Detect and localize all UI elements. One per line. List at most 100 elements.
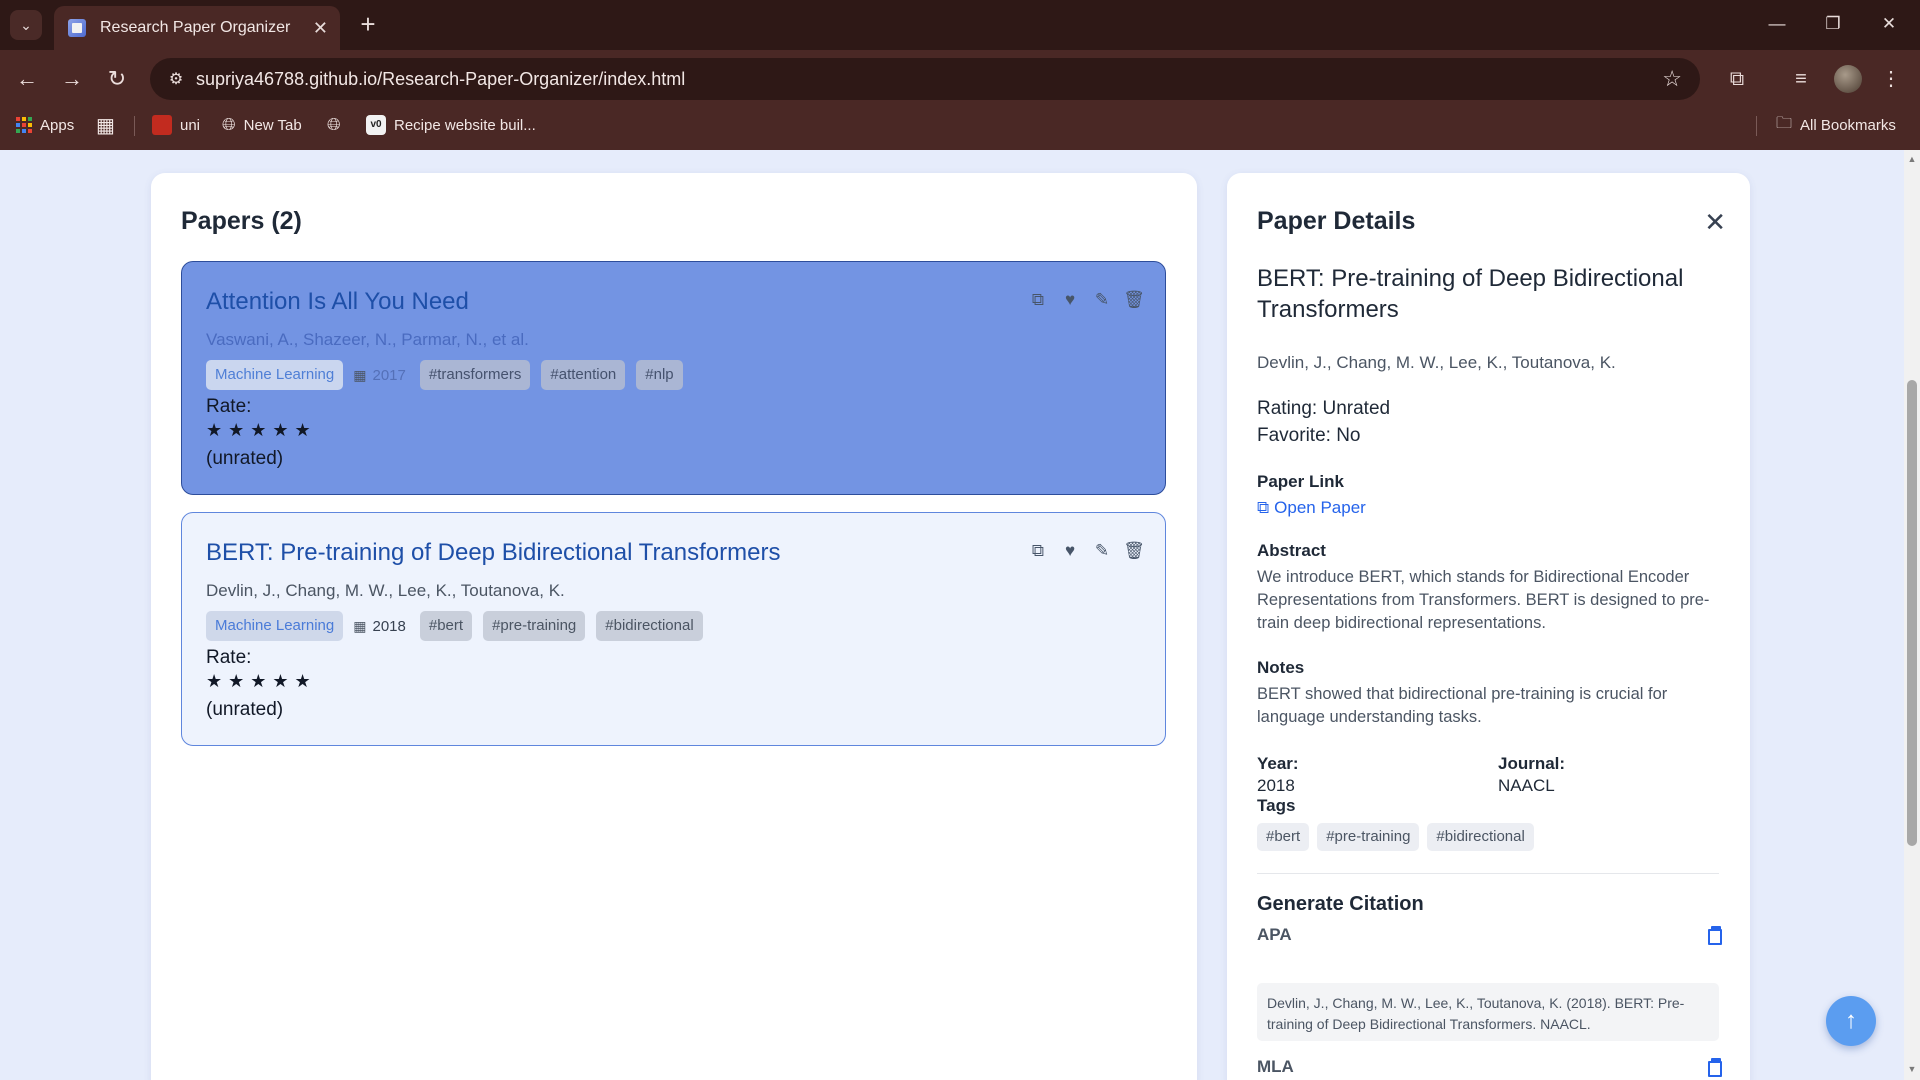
tag-chip: #bidirectional bbox=[596, 611, 703, 641]
notes-text: BERT showed that bidirectional pre-train… bbox=[1257, 685, 1668, 726]
page-scrollbar[interactable]: ▲ ▼ bbox=[1904, 150, 1920, 1080]
all-bookmarks-label: All Bookmarks bbox=[1800, 116, 1896, 134]
address-bar[interactable]: ⚙ supriya46788.github.io/Research-Paper-… bbox=[150, 58, 1700, 100]
tag-chip: #bert bbox=[419, 611, 473, 641]
scroll-thumb[interactable] bbox=[1907, 380, 1917, 846]
category-badge: Machine Learning bbox=[206, 611, 344, 641]
paper-title[interactable]: BERT: Pre-training of Deep Bidirectional… bbox=[206, 539, 780, 567]
delete-trash-icon[interactable]: 🗑︎ bbox=[1123, 290, 1145, 310]
paper-authors: Devlin, J., Chang, M. W., Lee, K., Touta… bbox=[206, 581, 565, 600]
paper-meta: Machine Learning ▦ 2018 #bert #pre-train… bbox=[206, 611, 714, 641]
paper-meta: Machine Learning ▦ 2017 #transformers #a… bbox=[206, 360, 694, 390]
paper-actions: ⧉ ♥ ✎ 🗑︎ bbox=[1029, 290, 1145, 310]
year-value: 2018 bbox=[1257, 776, 1295, 795]
favorite-line: Favorite: No bbox=[1257, 425, 1361, 447]
tag-chip: #bert bbox=[1257, 823, 1310, 851]
tab-search-button[interactable]: ⌄ bbox=[10, 10, 42, 40]
new-tab-button[interactable]: + bbox=[354, 10, 382, 40]
profile-avatar[interactable] bbox=[1834, 65, 1862, 93]
paper-card[interactable]: BERT: Pre-training of Deep Bidirectional… bbox=[181, 512, 1166, 746]
mla-label: MLA bbox=[1257, 1057, 1294, 1076]
edit-icon[interactable]: ✎ bbox=[1093, 290, 1111, 310]
browser-tab-active[interactable]: Research Paper Organizer ✕ bbox=[54, 6, 340, 50]
bookmark-separator bbox=[1756, 116, 1757, 136]
calendar-icon: ▦ bbox=[353, 366, 367, 383]
media-controls-icon[interactable]: ≡ bbox=[1786, 64, 1816, 94]
bookmark-star-icon[interactable]: ☆ bbox=[1662, 66, 1682, 92]
delete-trash-icon[interactable]: 🗑︎ bbox=[1123, 541, 1145, 561]
window-close-icon[interactable]: ✕ bbox=[1866, 10, 1912, 38]
bookmark-uni[interactable]: uni bbox=[152, 108, 200, 142]
edit-icon[interactable]: ✎ bbox=[1093, 541, 1111, 561]
year-label: Year: bbox=[1257, 754, 1299, 773]
folder-icon: 🗀 bbox=[1776, 114, 1793, 132]
scroll-down-icon[interactable]: ▼ bbox=[1907, 1064, 1917, 1074]
journal-value: NAACL bbox=[1498, 776, 1555, 795]
favorite-heart-icon[interactable]: ♥ bbox=[1061, 541, 1079, 561]
reload-icon[interactable]: ↻ bbox=[102, 64, 132, 94]
bookmarks-bar: Apps ▦ uni 🌐︎ New Tab 🌐︎ v0 Recipe websi… bbox=[0, 108, 1920, 150]
copy-icon[interactable] bbox=[1708, 1058, 1722, 1077]
tag-chip: #pre-training bbox=[1317, 823, 1420, 851]
tags-label: Tags bbox=[1257, 796, 1296, 815]
citation-heading: Generate Citation bbox=[1257, 893, 1424, 915]
details-tags: #bert #pre-training #bidirectional bbox=[1257, 823, 1534, 851]
papers-heading: Papers (2) bbox=[181, 207, 302, 235]
url-text[interactable]: supriya46788.github.io/Research-Paper-Or… bbox=[196, 69, 1662, 90]
details-authors: Devlin, J., Chang, M. W., Lee, K., Touta… bbox=[1257, 353, 1616, 372]
browser-tab-bar: ⌄ Research Paper Organizer ✕ + — ❐ ✕ bbox=[0, 0, 1920, 50]
apa-citation: Devlin, J., Chang, M. W., Lee, K., Touta… bbox=[1257, 983, 1719, 1041]
calendar-icon: ▦ bbox=[353, 617, 367, 634]
uni-favicon-icon bbox=[152, 115, 172, 135]
rating-stars[interactable]: ★★★★★ bbox=[206, 420, 317, 441]
tag-chip: #pre-training bbox=[483, 611, 586, 641]
extensions-icon[interactable]: ⧉ bbox=[1722, 64, 1752, 94]
close-details-icon[interactable]: ✕ bbox=[1704, 207, 1726, 238]
paper-link-label: Paper Link bbox=[1257, 472, 1344, 491]
divider bbox=[1257, 873, 1719, 874]
paper-title[interactable]: Attention Is All You Need bbox=[206, 288, 469, 316]
favorite-label: Favorite: bbox=[1257, 425, 1331, 446]
bookmark-recipe-label: Recipe website buil... bbox=[394, 116, 536, 134]
forward-icon[interactable]: → bbox=[57, 64, 87, 94]
paper-card[interactable]: Attention Is All You Need ⧉ ♥ ✎ 🗑︎ Vaswa… bbox=[181, 261, 1166, 495]
minimize-icon[interactable]: — bbox=[1754, 10, 1800, 38]
bookmark-recipe[interactable]: v0 Recipe website buil... bbox=[366, 108, 536, 142]
external-link-icon: ⧉ bbox=[1257, 498, 1270, 517]
paper-year: 2018 bbox=[372, 617, 406, 635]
scroll-up-icon[interactable]: ▲ bbox=[1907, 154, 1917, 164]
site-info-icon[interactable]: ⚙ bbox=[156, 69, 196, 89]
menu-icon[interactable]: ⋮ bbox=[1876, 64, 1906, 94]
rating-line: Rating: Unrated bbox=[1257, 398, 1390, 420]
rating-status: (unrated) bbox=[206, 699, 284, 720]
all-bookmarks[interactable]: 🗀 All Bookmarks bbox=[1776, 108, 1896, 142]
tab-title: Research Paper Organizer bbox=[100, 19, 291, 36]
globe-icon: 🌐︎ bbox=[222, 115, 236, 134]
open-link-icon[interactable]: ⧉ bbox=[1029, 541, 1047, 561]
details-heading: Paper Details bbox=[1257, 207, 1416, 235]
tab-close-icon[interactable]: ✕ bbox=[313, 18, 328, 39]
tab-groups-icon[interactable]: ▦ bbox=[96, 108, 115, 142]
copy-icon[interactable] bbox=[1708, 926, 1722, 945]
open-paper-link[interactable]: ⧉ Open Paper bbox=[1257, 498, 1366, 518]
open-link-icon[interactable]: ⧉ bbox=[1029, 290, 1047, 310]
paper-year: 2017 bbox=[372, 366, 406, 384]
abstract-label: Abstract bbox=[1257, 541, 1326, 560]
rate-label: Rate: bbox=[206, 647, 252, 668]
paper-details-panel: Paper Details ✕ BERT: Pre-training of De… bbox=[1227, 173, 1750, 1080]
paper-authors: Vaswani, A., Shazeer, N., Parmar, N., et… bbox=[206, 330, 529, 349]
notes-label: Notes bbox=[1257, 658, 1305, 677]
favorite-heart-icon[interactable]: ♥ bbox=[1061, 290, 1079, 310]
rating-stars[interactable]: ★★★★★ bbox=[206, 671, 317, 692]
rating-value: Unrated bbox=[1322, 398, 1391, 419]
scroll-to-top-button[interactable]: ↑ bbox=[1826, 996, 1876, 1046]
rating-status: (unrated) bbox=[206, 448, 284, 469]
rating-label: Rating: bbox=[1257, 398, 1318, 419]
globe-bookmark-icon[interactable]: 🌐︎ bbox=[327, 108, 341, 142]
restore-icon[interactable]: ❐ bbox=[1810, 10, 1856, 38]
bookmark-new-tab[interactable]: 🌐︎ New Tab bbox=[222, 108, 302, 142]
bookmark-uni-label: uni bbox=[180, 116, 201, 134]
back-icon[interactable]: ← bbox=[12, 64, 42, 94]
details-title: BERT: Pre-training of Deep Bidirectional… bbox=[1257, 265, 1684, 323]
bookmark-apps[interactable]: Apps bbox=[16, 108, 74, 142]
